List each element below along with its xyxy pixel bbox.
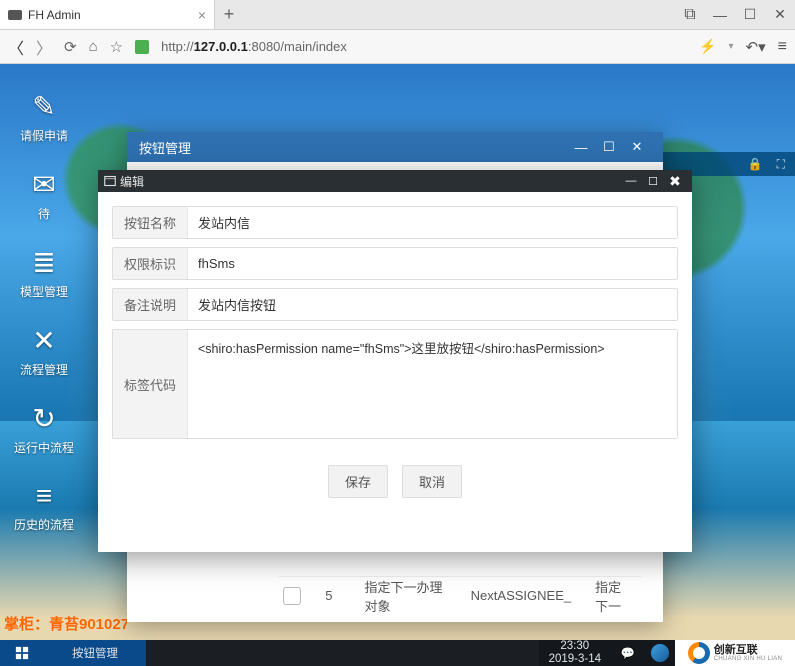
sidebar-label: 模型管理 bbox=[20, 283, 68, 300]
shopkeeper-label: 掌柜：青苔901027 bbox=[4, 613, 129, 634]
window1-close-icon[interactable]: ✕ bbox=[623, 139, 651, 155]
url-path: :8080/main/index bbox=[248, 39, 347, 54]
dialog-maximize-icon[interactable]: ☐ bbox=[642, 175, 664, 188]
list-icon: ≣ bbox=[32, 246, 55, 279]
tab-close-icon[interactable]: × bbox=[198, 7, 206, 23]
hamburger-menu-icon[interactable]: ≡ bbox=[778, 38, 787, 56]
dialog-close-icon[interactable]: ✖ bbox=[664, 173, 686, 190]
url-display[interactable]: http://127.0.0.1:8080/main/index bbox=[161, 39, 687, 54]
sidebar-label: 请假申请 bbox=[20, 127, 68, 144]
field-row-desc: 备注说明 bbox=[112, 288, 678, 321]
code-textarea[interactable] bbox=[188, 330, 677, 438]
mail-icon: ✉ bbox=[32, 168, 55, 201]
sidebar-item-leave[interactable]: ✎ 请假申请 bbox=[20, 90, 68, 144]
dialog-edit: 编辑 — ☐ ✖ 按钮名称 权限标识 备注说明 标签代码 bbox=[98, 170, 692, 552]
nav-forward-icon[interactable]: 〉 bbox=[36, 35, 52, 59]
row-c3: 指定下一 bbox=[583, 577, 641, 615]
tab-title: FH Admin bbox=[28, 8, 81, 22]
taskbar-clock[interactable]: 23:30 2019-3-14 bbox=[539, 640, 611, 665]
window1-title: 按钮管理 bbox=[139, 138, 191, 157]
code-label: 标签代码 bbox=[113, 330, 188, 438]
name-label: 按钮名称 bbox=[113, 207, 188, 238]
dialog-titlebar[interactable]: 编辑 — ☐ ✖ bbox=[98, 170, 692, 192]
row-c1: 指定下一办理对象 bbox=[353, 577, 459, 615]
sidebar-label: 运行中流程 bbox=[14, 439, 74, 456]
field-row-perm: 权限标识 bbox=[112, 247, 678, 280]
browser-tab[interactable]: FH Admin × bbox=[0, 0, 215, 29]
window-minimize-icon[interactable]: — bbox=[705, 7, 735, 23]
name-input[interactable] bbox=[188, 207, 677, 238]
clock-date: 2019-3-14 bbox=[549, 653, 601, 666]
sidebar-item-history[interactable]: ≡ 历史的流程 bbox=[14, 480, 74, 533]
page-content: 🔒 ⛶ ✎请假申请 ✉待 ≣模型管理 ✕流程管理 ↻运行中流程 ≡历史的流程 掌… bbox=[0, 64, 795, 640]
sidebar-item-pending[interactable]: ✉待 bbox=[32, 168, 55, 222]
dialog-minimize-icon[interactable]: — bbox=[620, 175, 642, 187]
history-icon: ≡ bbox=[36, 480, 52, 512]
desc-input[interactable] bbox=[188, 289, 677, 320]
window1-titlebar[interactable]: 按钮管理 — ☐ ✕ bbox=[127, 132, 663, 162]
field-row-code: 标签代码 bbox=[112, 329, 678, 439]
window-maximize-icon[interactable]: ☐ bbox=[735, 6, 765, 23]
sidebar-label: 历史的流程 bbox=[14, 516, 74, 533]
taskbar-item-label: 按钮管理 bbox=[72, 645, 118, 661]
taskbar: 按钮管理 23:30 2019-3-14 💬 创新互联 CHUANG XIN H… bbox=[0, 640, 795, 666]
new-tab-button[interactable]: + bbox=[215, 0, 243, 29]
logo-mark-icon bbox=[688, 642, 710, 664]
sidebar-label: 流程管理 bbox=[20, 361, 68, 378]
speed-icon[interactable]: ⚡ bbox=[699, 38, 716, 55]
app-overlay-icon[interactable]: ⧉ bbox=[675, 6, 705, 24]
refresh-icon: ↻ bbox=[32, 402, 55, 435]
shield-icon[interactable] bbox=[135, 40, 149, 54]
desc-label: 备注说明 bbox=[113, 289, 188, 320]
sidebar-item-running[interactable]: ↻ 运行中流程 bbox=[14, 402, 74, 456]
edit-form: 按钮名称 权限标识 备注说明 标签代码 保存 取消 bbox=[98, 192, 692, 516]
logo-text-cn: 创新互联 bbox=[714, 645, 782, 656]
browser-titlebar: FH Admin × + ⧉ — ☐ ✕ bbox=[0, 0, 795, 30]
logo-text-en: CHUANG XIN HU LIAN bbox=[714, 656, 782, 662]
favorite-icon[interactable]: ☆ bbox=[110, 38, 123, 56]
field-row-name: 按钮名称 bbox=[112, 206, 678, 239]
taskbar-avatar[interactable] bbox=[645, 644, 675, 662]
nav-back-icon[interactable]: 〈 bbox=[8, 35, 24, 59]
undo-dropdown-icon[interactable]: ↶▾ bbox=[746, 38, 766, 56]
windows-icon bbox=[15, 646, 29, 660]
row-checkbox[interactable] bbox=[279, 587, 305, 605]
home-icon[interactable]: ⌂ bbox=[89, 38, 98, 55]
perm-label: 权限标识 bbox=[113, 248, 188, 279]
start-button[interactable] bbox=[0, 640, 44, 666]
window1-minimize-icon[interactable]: — bbox=[567, 140, 595, 155]
edit-icon: ✎ bbox=[32, 90, 55, 123]
address-bar: 〈 〉 ⟳ ⌂ ☆ http://127.0.0.1:8080/main/ind… bbox=[0, 30, 795, 64]
expand-icon[interactable]: ⛶ bbox=[777, 157, 785, 172]
sidebar-item-process[interactable]: ✕ 流程管理 bbox=[20, 324, 68, 378]
sidebar-item-model[interactable]: ≣ 模型管理 bbox=[20, 246, 68, 300]
dialog-icon bbox=[104, 175, 116, 187]
row-num: 5 bbox=[305, 588, 352, 603]
sidebar: ✎请假申请 ✉待 ≣模型管理 ✕流程管理 ↻运行中流程 ≡历史的流程 bbox=[0, 64, 88, 533]
url-host: 127.0.0.1 bbox=[194, 39, 248, 54]
shuffle-icon: ✕ bbox=[32, 324, 55, 357]
lock-icon[interactable]: 🔒 bbox=[748, 157, 763, 171]
dialog-actions: 保存 取消 bbox=[112, 447, 678, 516]
row-c2: NextASSIGNEE_ bbox=[459, 588, 583, 603]
chat-icon[interactable]: 💬 bbox=[611, 646, 645, 660]
tab-favicon bbox=[8, 10, 22, 20]
reload-icon[interactable]: ⟳ bbox=[64, 38, 77, 56]
brand-logo[interactable]: 创新互联 CHUANG XIN HU LIAN bbox=[675, 640, 795, 666]
dialog-title: 编辑 bbox=[120, 173, 144, 190]
clock-time: 23:30 bbox=[560, 640, 589, 653]
bolt-caret[interactable]: ▾ bbox=[729, 41, 734, 52]
window1-maximize-icon[interactable]: ☐ bbox=[595, 139, 623, 155]
url-scheme: http:// bbox=[161, 39, 194, 54]
window-controls: ⧉ — ☐ ✕ bbox=[675, 0, 795, 29]
sidebar-label: 待 bbox=[38, 205, 50, 222]
table-row[interactable]: 5 指定下一办理对象 NextASSIGNEE_ 指定下一 bbox=[279, 576, 641, 614]
perm-input[interactable] bbox=[188, 248, 677, 279]
cancel-button[interactable]: 取消 bbox=[402, 465, 462, 498]
window-close-icon[interactable]: ✕ bbox=[765, 6, 795, 23]
taskbar-item[interactable]: 按钮管理 bbox=[44, 640, 146, 666]
save-button[interactable]: 保存 bbox=[328, 465, 388, 498]
